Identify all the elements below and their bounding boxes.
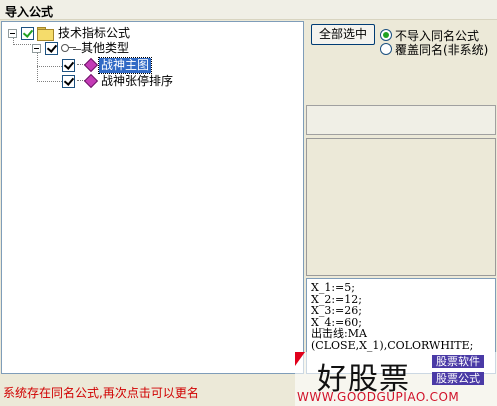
- tree-item-formula[interactable]: 战神主图: [62, 56, 153, 74]
- formula-icon: [77, 75, 97, 87]
- dialog-title-bar: 导入公式: [0, 0, 497, 20]
- formula-icon: [77, 59, 97, 71]
- formula-checkbox[interactable]: [62, 74, 75, 88]
- radio-button[interactable]: [380, 29, 392, 41]
- key-icon: [61, 43, 77, 53]
- description-panel: [306, 138, 496, 276]
- radio-label: 覆盖同名(非系统): [395, 42, 489, 57]
- formula-checkbox[interactable]: [62, 58, 75, 72]
- dialog-title: 导入公式: [5, 5, 54, 19]
- tree-connector: [37, 52, 38, 82]
- tree-connector: [37, 81, 64, 82]
- radio-button[interactable]: [380, 43, 392, 55]
- code-line: (CLOSE,X_1),COLORWHITE;: [311, 338, 474, 352]
- collapse-toggle[interactable]: [32, 43, 41, 53]
- select-all-button[interactable]: 全部选中: [311, 24, 375, 45]
- radio-overwrite[interactable]: 覆盖同名(非系统): [380, 42, 489, 57]
- tree-node-group[interactable]: 其他类型: [32, 40, 131, 56]
- code-line: X_1:=5;: [311, 281, 355, 294]
- watermark-logo: 好股票 股票软件 股票公式 WWW.GOODGUPIAO.COM: [295, 352, 497, 406]
- tree-node-label: 技术指标公式: [58, 25, 131, 40]
- watermark-tag: 股票软件: [432, 355, 484, 368]
- watermark-url: WWW.GOODGUPIAO.COM: [297, 390, 460, 404]
- info-panel: [306, 105, 496, 135]
- tree-item-formula[interactable]: 战神张停排序: [62, 73, 175, 89]
- tree-item-label: 战神张停排序: [101, 73, 174, 88]
- watermark-tag: 股票公式: [432, 372, 484, 385]
- tree-item-label: 战神主图: [97, 56, 153, 74]
- root-checkbox[interactable]: [21, 26, 34, 40]
- tree-connector: [37, 66, 64, 67]
- status-message: 系统存在同名公式,再次点击可以更名: [3, 386, 199, 400]
- formula-tree[interactable]: 技术指标公式 其他类型 战神主图 战神张停排序: [1, 21, 304, 374]
- folder-icon: [37, 27, 54, 41]
- tree-connector: [13, 44, 31, 45]
- watermark-corner: [295, 352, 305, 366]
- tree-node-label: 其他类型: [81, 40, 130, 55]
- tree-node-root[interactable]: 技术指标公式: [8, 25, 132, 41]
- code-line: 出击线:MA: [311, 327, 367, 340]
- code-line: X_3:=26;: [311, 304, 362, 317]
- collapse-toggle[interactable]: [8, 28, 17, 38]
- group-checkbox[interactable]: [45, 41, 58, 55]
